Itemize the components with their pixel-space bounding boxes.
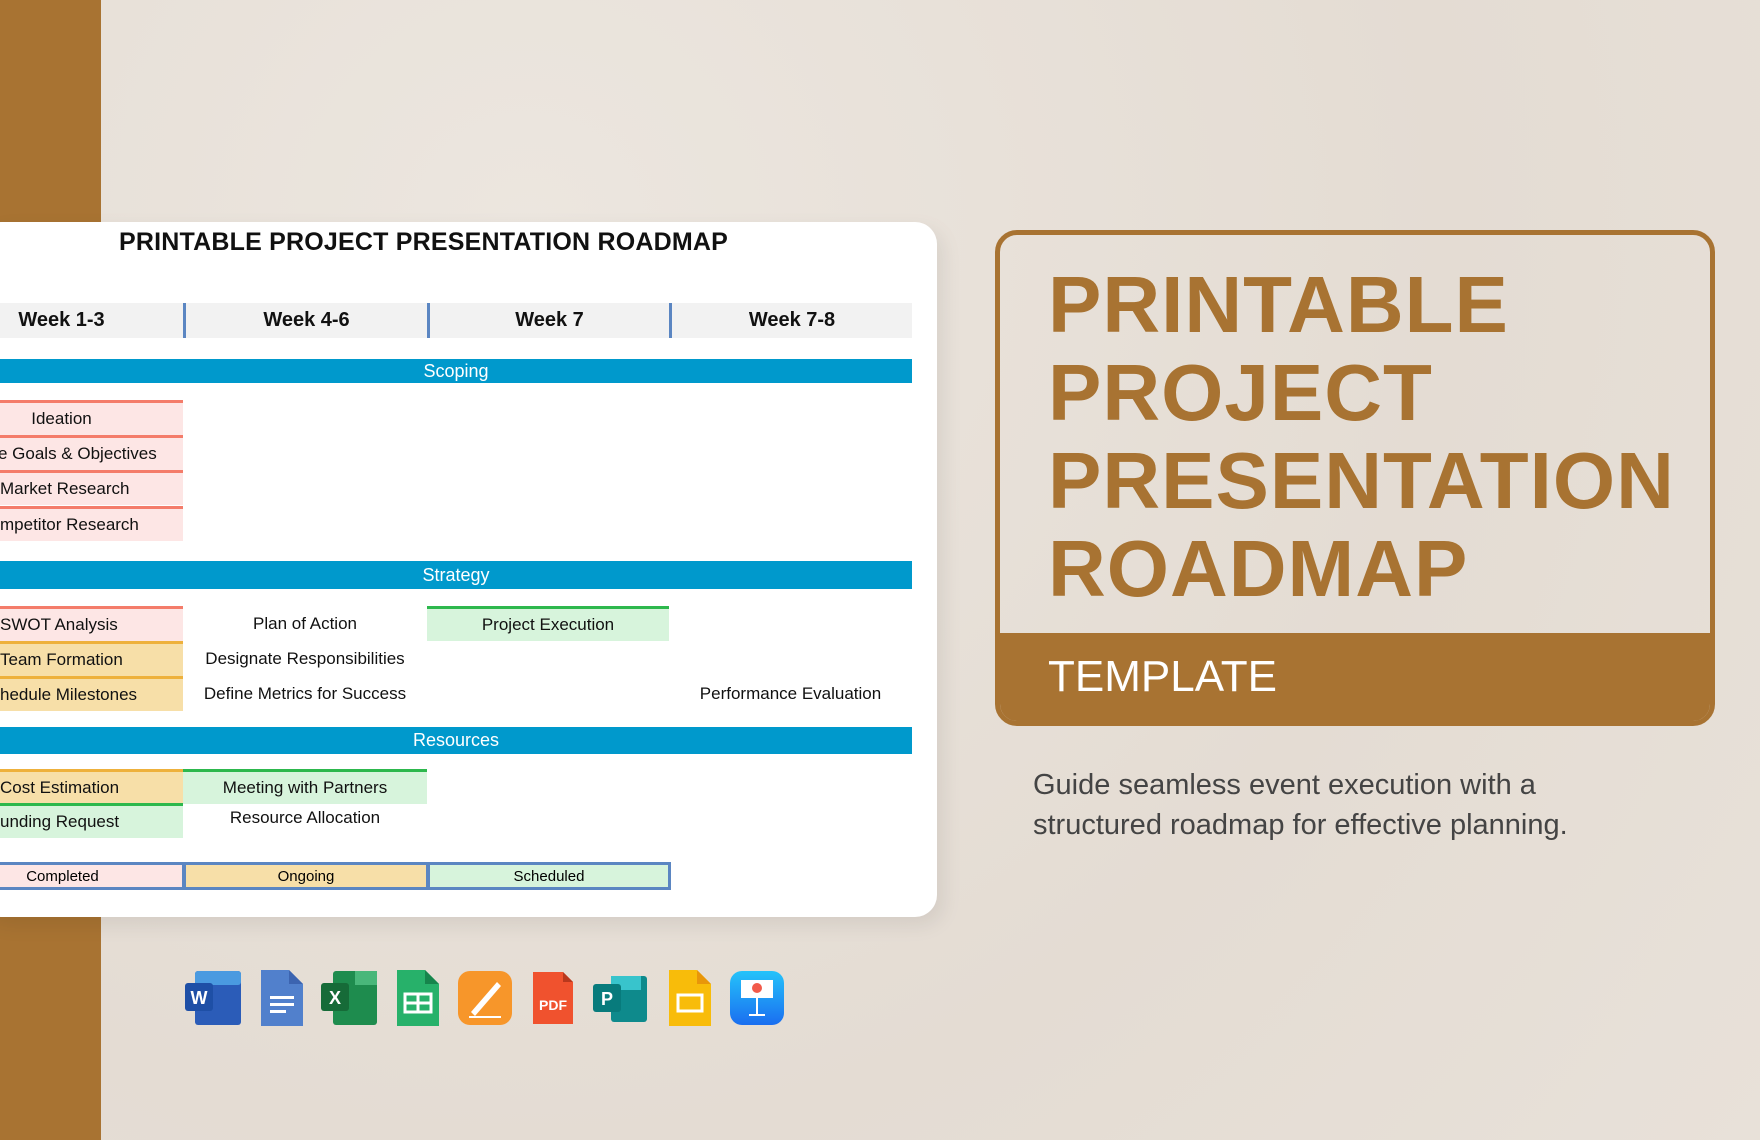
- word-icon: W: [185, 971, 241, 1025]
- task-cell: Ideation: [0, 400, 183, 435]
- pages-icon: [458, 971, 512, 1025]
- week-header: Week 1-3: [0, 303, 183, 338]
- legend-completed: Completed: [0, 862, 185, 890]
- week-header: Week 4-6: [183, 303, 427, 338]
- hero-description: Guide seamless event execution with a st…: [1033, 769, 1568, 841]
- hero-title-line: PROJECT: [1048, 348, 1433, 437]
- hero-title: PRINTABLE PROJECT PRESENTATION ROADMAP: [1048, 261, 1675, 613]
- task-cell: e Goals & Objectives: [0, 435, 183, 470]
- section-resources: Resources: [0, 727, 912, 754]
- svg-text:X: X: [329, 988, 341, 1008]
- task-cell: Meeting with Partners: [183, 769, 427, 804]
- task-cell: Designate Responsibilities: [205, 648, 405, 668]
- task-cell: Performance Evaluation: [699, 683, 882, 703]
- task-cell: Cost Estimation: [0, 769, 183, 804]
- task-cell: Resource Allocation: [229, 807, 381, 827]
- roadmap-title: PRINTABLE PROJECT PRESENTATION ROADMAP: [119, 228, 729, 256]
- svg-text:W: W: [191, 988, 208, 1008]
- section-strategy: Strategy: [0, 561, 912, 589]
- task-cell: Define Metrics for Success: [203, 683, 407, 703]
- hero-subtitle: TEMPLATE: [1000, 633, 1710, 721]
- task-cell: Plan of Action: [253, 613, 357, 633]
- task-cell: hedule Milestones: [0, 676, 183, 711]
- hero-title-line: ROADMAP: [1048, 524, 1469, 613]
- task-cell: mpetitor Research: [0, 506, 183, 541]
- task-cell: Project Execution: [427, 606, 669, 641]
- format-icons: W X PDF P: [183, 968, 787, 1028]
- week-header: Week 7-8: [669, 303, 912, 338]
- section-scoping: Scoping: [0, 359, 912, 383]
- task-cell: Team Formation: [0, 641, 183, 676]
- hero-title-line: PRINTABLE: [1048, 260, 1509, 349]
- svg-text:PDF: PDF: [539, 997, 567, 1013]
- legend-scheduled: Scheduled: [427, 862, 671, 890]
- svg-text:P: P: [601, 989, 613, 1009]
- google-sheets-icon: [397, 970, 439, 1026]
- task-cell: unding Request: [0, 803, 183, 838]
- accent-strip-bottom: [0, 917, 101, 1140]
- hero-title-line: PRESENTATION: [1048, 436, 1675, 525]
- task-cell: SWOT Analysis: [0, 606, 183, 641]
- pdf-icon: PDF: [533, 972, 573, 1024]
- task-cell: Market Research: [0, 470, 183, 505]
- accent-strip-top: [0, 0, 101, 222]
- hero-title-box: PRINTABLE PROJECT PRESENTATION ROADMAP T…: [995, 230, 1715, 726]
- google-docs-icon: [261, 970, 303, 1026]
- google-slides-icon: [669, 970, 711, 1026]
- legend-ongoing: Ongoing: [183, 862, 429, 890]
- excel-icon: X: [321, 971, 377, 1025]
- publisher-icon: P: [593, 976, 647, 1022]
- week-header: Week 7: [427, 303, 669, 338]
- keynote-icon: [730, 971, 784, 1025]
